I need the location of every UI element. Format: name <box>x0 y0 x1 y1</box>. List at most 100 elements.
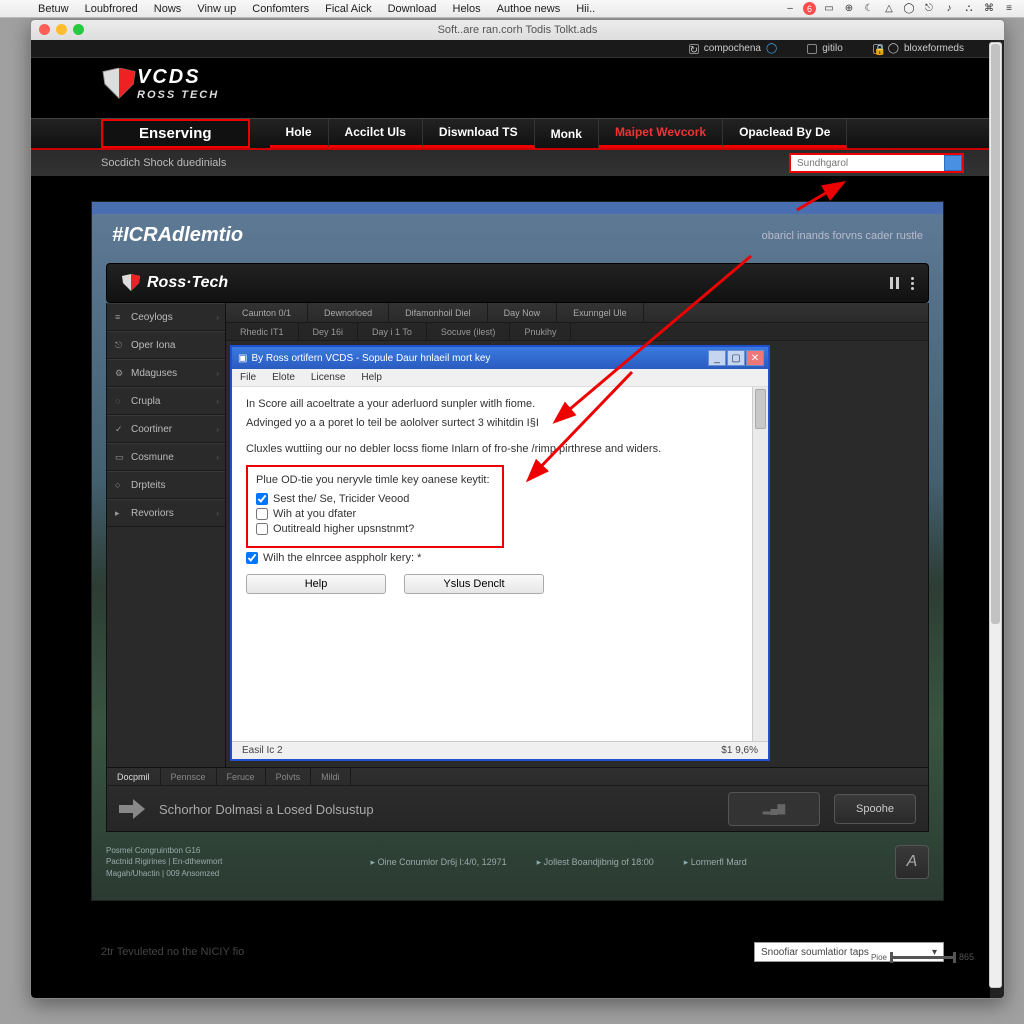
footer-center: Oine Conumlor Dr6j l:4/0, 12971 Jollest … <box>371 857 747 868</box>
app-body: ≡Ceoylogs› ⎋Oper Iona ⚙Mdaguses› ◌Crupla… <box>106 303 929 768</box>
tray-icon[interactable]: ⎋ <box>922 2 936 16</box>
checkbox[interactable] <box>256 523 268 535</box>
bottom-tab[interactable]: Docpmil <box>107 768 161 785</box>
utility-bar: ↻compochena◯ gitilo 🔒◯bloxeformeds <box>31 40 1004 58</box>
more-icon[interactable] <box>911 277 914 290</box>
mac-tray: – 6 ▭ ⊕ ☾ △ ◯ ⎋ ♪ ⛬ ⌘ ≡ <box>783 2 1024 16</box>
zoom-icon[interactable] <box>73 24 84 35</box>
browser-title: Soft..are ran.corh Todis Tolkt.ads <box>438 24 598 36</box>
footer-link[interactable]: Oine Conumlor Dr6j l:4/0, 12971 <box>371 857 507 868</box>
subtab[interactable]: Dey 16i <box>299 323 359 340</box>
page-slider[interactable] <box>893 956 953 959</box>
footer-link[interactable]: Jollest Boandjibnig of 18:00 <box>537 857 654 868</box>
menu-item[interactable]: Loubfrored <box>77 3 146 15</box>
nav-item[interactable]: Monk <box>535 119 599 148</box>
sidebar-item[interactable]: ⎋Oper Iona <box>107 331 225 359</box>
traffic-lights <box>39 24 84 35</box>
circle-icon: ○ <box>115 480 125 490</box>
bottom-tab[interactable]: Mildi <box>311 768 351 785</box>
menu-item[interactable]: Helos <box>445 3 489 15</box>
tray-icon[interactable]: ≡ <box>1002 2 1016 16</box>
tab[interactable]: Caunton 0/1 <box>226 303 308 322</box>
nav-item[interactable]: Maipet Wevcork <box>599 119 723 148</box>
app-logo[interactable]: Ross·Tech <box>121 274 228 292</box>
minimize-icon[interactable] <box>56 24 67 35</box>
menu-item[interactable]: Nows <box>146 3 190 15</box>
tray-icon[interactable]: ⛬ <box>962 2 976 16</box>
nav-item[interactable]: Hole <box>270 119 329 148</box>
nav-item[interactable]: Diswnload TS <box>423 119 535 148</box>
nav-item[interactable]: Accilct Uls <box>329 119 423 148</box>
footer-link[interactable]: Lormerfl Mard <box>684 857 747 868</box>
subtab[interactable]: Rhedic IT1 <box>226 323 299 340</box>
nav-item[interactable]: Opaclead By De <box>723 119 847 148</box>
tray-icon[interactable]: ⊕ <box>842 2 856 16</box>
tab[interactable]: Dewnorloed <box>308 303 389 322</box>
sidebar-item[interactable]: ○Drpteits <box>107 471 225 499</box>
menu-item[interactable]: Vinw up <box>189 3 244 15</box>
checkbox-row[interactable]: Wilh the elnrcee asppholr kery: * <box>246 552 754 564</box>
annotation-arrow <box>791 180 851 221</box>
browser-scrollbar[interactable] <box>989 42 1002 988</box>
action-button[interactable]: Spoohe <box>834 794 916 824</box>
site-logo[interactable]: VCDSROSS TECH <box>101 66 1004 101</box>
checkbox[interactable] <box>246 552 258 564</box>
close-icon[interactable] <box>39 24 50 35</box>
search-button[interactable] <box>944 155 962 171</box>
util-link[interactable]: gitilo <box>807 43 843 54</box>
menu-item[interactable]: Download <box>380 3 445 15</box>
menu-license[interactable]: License <box>303 369 353 386</box>
arrow-right-icon[interactable] <box>119 798 145 820</box>
help-button[interactable]: Help <box>246 574 386 594</box>
bottom-tab[interactable]: Polvts <box>266 768 312 785</box>
browser-titlebar[interactable]: Soft..are ran.corh Todis Tolkt.ads <box>31 20 1004 40</box>
tray-icon[interactable]: ◯ <box>902 2 916 16</box>
menu-help[interactable]: Help <box>353 369 390 386</box>
menu-item[interactable]: Fical Aick <box>317 3 379 15</box>
menu-item[interactable]: Confomters <box>244 3 317 15</box>
menu-item[interactable]: Betuw <box>30 3 77 15</box>
tray-badge[interactable]: 6 <box>803 2 816 15</box>
subtab[interactable]: Day i 1 To <box>358 323 427 340</box>
bottom-tab[interactable]: Pennsce <box>161 768 217 785</box>
confirm-button[interactable]: Yslus Denclt <box>404 574 544 594</box>
checkbox[interactable] <box>256 508 268 520</box>
chevron-right-icon: › <box>216 369 219 378</box>
tray-icon[interactable]: ▭ <box>822 2 836 16</box>
checkbox[interactable] <box>256 493 268 505</box>
nav-badge[interactable]: Enserving <box>101 119 250 148</box>
chevron-right-icon: › <box>216 397 219 406</box>
sidebar-item[interactable]: ▭Cosmune› <box>107 443 225 471</box>
page-caption: 2tr Tevuleted no the NICIY fio Snoofiar … <box>101 942 944 962</box>
menu-file[interactable]: File <box>232 369 264 386</box>
checkbox-row[interactable]: Sest the/ Se, Tricider Veood <box>256 493 494 505</box>
menu-item[interactable]: Authoe news <box>489 3 569 15</box>
sidebar-item[interactable]: ✓Coortiner› <box>107 415 225 443</box>
tray-icon[interactable]: △ <box>882 2 896 16</box>
tray-icon[interactable]: ☾ <box>862 2 876 16</box>
page-title: #ICRAdlemtio <box>112 224 243 247</box>
menu-item[interactable]: Hii.. <box>568 3 603 15</box>
thumbnail[interactable]: ▂▄▇ <box>728 792 820 826</box>
menu-edit[interactable]: Elote <box>264 369 303 386</box>
breadcrumb[interactable]: Socdich Shock duedinials <box>101 157 226 169</box>
checkbox-row[interactable]: Wih at you dfater <box>256 508 494 520</box>
subtab[interactable]: Socuve (ilest) <box>427 323 511 340</box>
bottom-main: Schorhor Dolmasi a Losed Dolsustup ▂▄▇ S… <box>107 786 928 832</box>
app-topbar: Ross·Tech <box>106 263 929 303</box>
tray-icon[interactable]: ♪ <box>942 2 956 16</box>
sidebar-item[interactable]: ◌Crupla› <box>107 387 225 415</box>
search-input[interactable] <box>791 158 944 169</box>
dialog-scrollbar[interactable] <box>752 387 768 741</box>
tab[interactable]: Difamonhoil Diel <box>389 303 488 322</box>
sidebar-item[interactable]: ⚙Mdaguses› <box>107 359 225 387</box>
pause-icon[interactable] <box>890 277 899 290</box>
sidebar-item[interactable]: ≡Ceoylogs› <box>107 303 225 331</box>
util-link[interactable]: ↻compochena◯ <box>689 43 777 54</box>
tray-icon[interactable]: ⌘ <box>982 2 996 16</box>
bottom-tab[interactable]: Feruce <box>217 768 266 785</box>
checkbox-row[interactable]: Outitreald higher upsnstnmt? <box>256 523 494 535</box>
util-link[interactable]: 🔒◯bloxeformeds <box>873 43 964 54</box>
sidebar-item[interactable]: ▸Revoriors› <box>107 499 225 527</box>
scroll-top-button[interactable]: A <box>895 845 929 879</box>
